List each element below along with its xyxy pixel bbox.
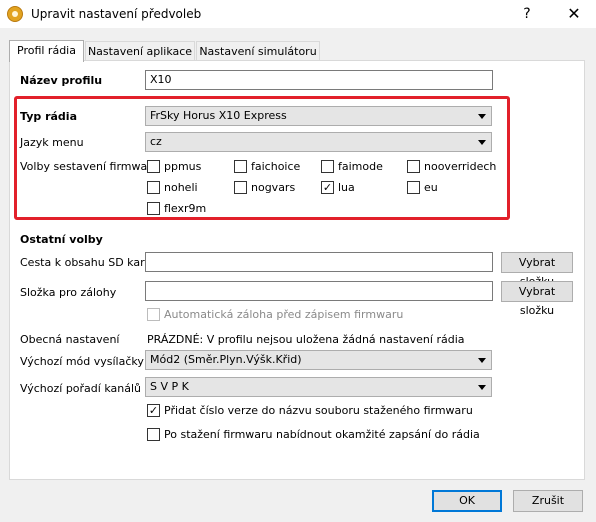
help-button[interactable]: ?: [515, 3, 539, 25]
general-settings-value: PRÁZDNÉ: V profilu nejsou uložena žádná …: [147, 333, 465, 346]
app-gear-icon: [7, 6, 23, 22]
default-mode-value: Mód2 (Směr.Plyn.Výšk.Křid): [150, 353, 302, 366]
profile-name-input[interactable]: X10: [145, 70, 493, 90]
channel-order-value: S V P K: [150, 380, 189, 393]
append-version-label: Přidat číslo verze do názvu souboru staž…: [164, 404, 473, 417]
sd-path-label: Cesta k obsahu SD karty: [20, 256, 156, 269]
backup-browse-button[interactable]: Vybrat složku: [501, 281, 573, 317]
auto-backup-label: Automatická záloha před zápisem firmwaru: [164, 308, 404, 321]
chevron-down-icon: [478, 385, 486, 390]
other-options-heading: Ostatní volby: [20, 233, 103, 246]
tab-app-settings[interactable]: Nastavení aplikace: [85, 41, 195, 61]
profile-name-label: Název profilu: [20, 74, 103, 87]
general-settings-label: Obecná nastavení: [20, 333, 120, 346]
backup-folder-label: Složka pro zálohy: [20, 286, 117, 299]
tab-radio-profile[interactable]: Profil rádia: [9, 40, 84, 62]
chevron-down-icon: [478, 358, 486, 363]
tab-simulator-settings[interactable]: Nastavení simulátoru: [196, 41, 320, 61]
channel-order-select[interactable]: S V P K: [145, 377, 492, 397]
close-button[interactable]: ✕: [562, 3, 586, 25]
sd-path-input[interactable]: [145, 252, 493, 272]
append-version-checkbox[interactable]: ✓: [147, 404, 160, 417]
auto-backup-checkbox[interactable]: [147, 308, 160, 321]
cancel-button[interactable]: Zrušit: [513, 490, 583, 512]
window-title: Upravit nastavení předvoleb: [31, 7, 202, 21]
channel-order-label: Výchozí pořadí kanálů: [20, 382, 141, 395]
sd-browse-button[interactable]: Vybrat složku: [501, 252, 573, 288]
default-mode-select[interactable]: Mód2 (Směr.Plyn.Výšk.Křid): [145, 350, 492, 370]
ok-button[interactable]: OK: [432, 490, 502, 512]
offer-flash-checkbox[interactable]: [147, 428, 160, 441]
offer-flash-label: Po stažení firmwaru nabídnout okamžité z…: [164, 428, 480, 441]
backup-folder-input[interactable]: [145, 281, 493, 301]
highlight-box: [14, 96, 510, 220]
default-mode-label: Výchozí mód vysílačky: [20, 355, 144, 368]
title-bar: Upravit nastavení předvoleb ? ✕: [0, 0, 596, 28]
